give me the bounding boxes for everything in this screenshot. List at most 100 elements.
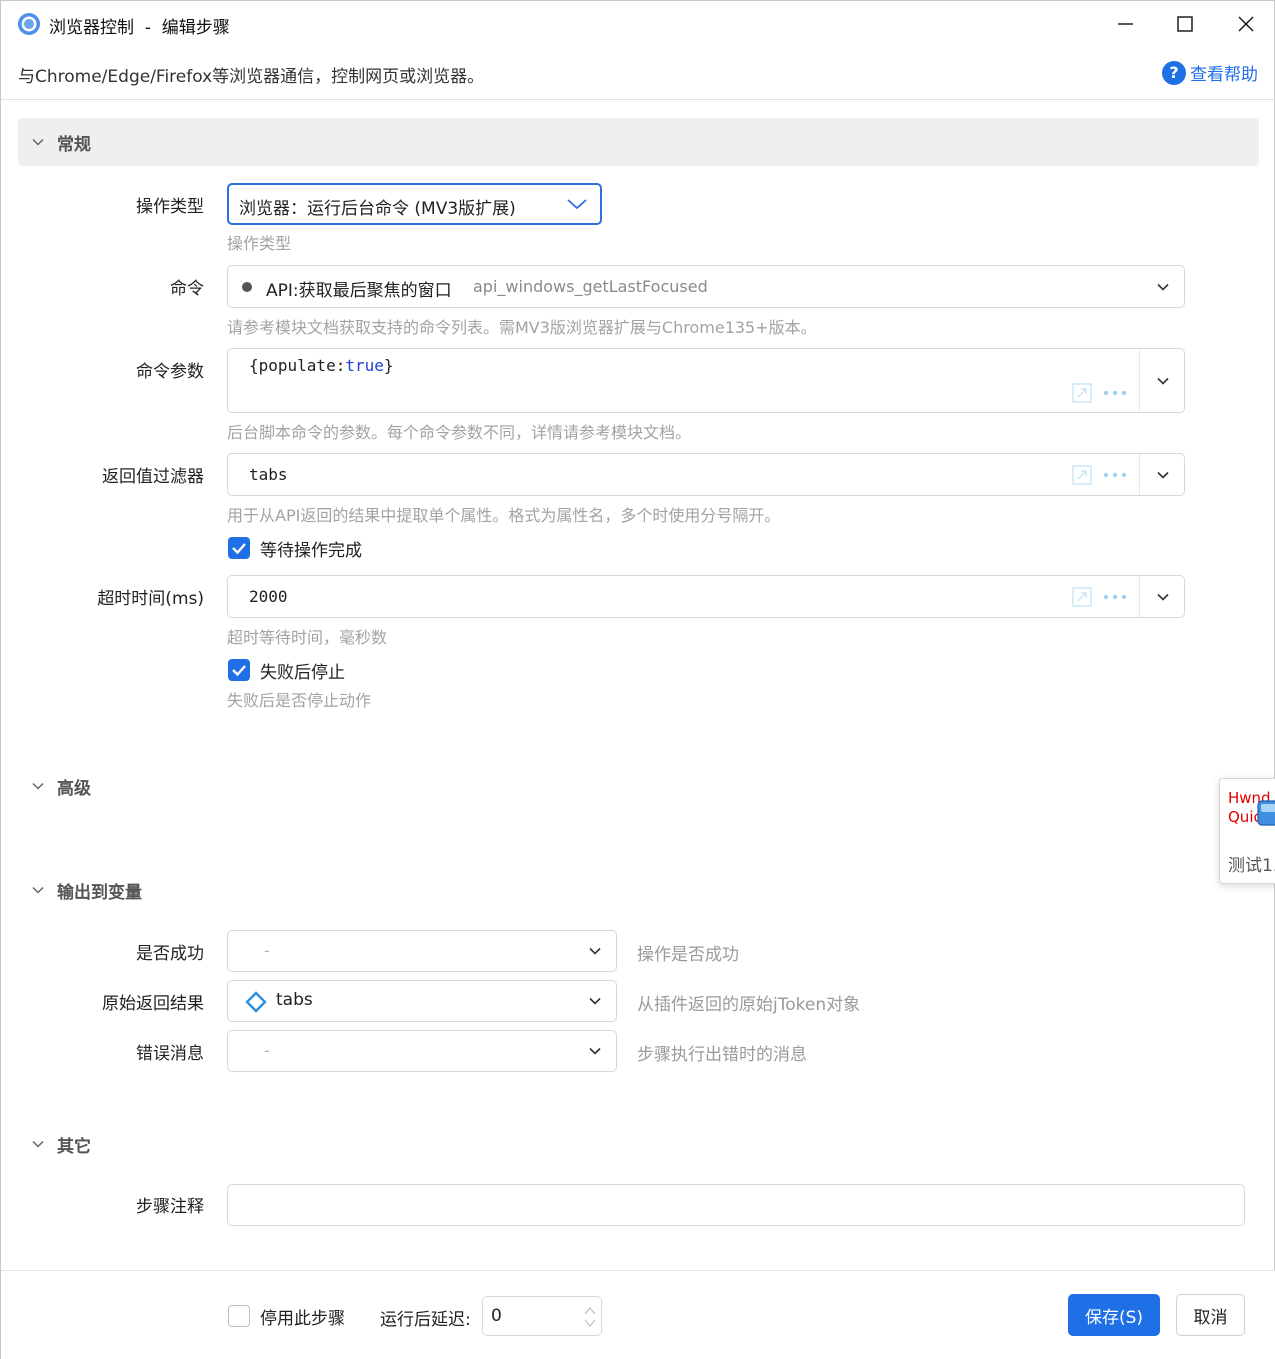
chevron-down-icon xyxy=(32,1140,44,1148)
filter-value: tabs xyxy=(249,465,288,484)
output-success-value: - xyxy=(264,941,270,960)
delay-value: 0 xyxy=(491,1306,502,1326)
chevron-down-icon xyxy=(32,886,44,894)
timeout-tools xyxy=(1072,587,1128,607)
question-icon: ? xyxy=(1162,60,1186,85)
command-label: 命令 xyxy=(170,279,204,299)
section-advanced-header[interactable]: 高级 xyxy=(18,762,1259,810)
delay-label: 运行后延迟: xyxy=(380,1310,471,1330)
params-hint: 后台脚本命令的参数。每个命令参数不同，详情请参考模块文档。 xyxy=(227,423,692,442)
stop-on-fail-label[interactable]: 失败后停止 xyxy=(260,658,345,683)
output-error-hint: 步骤执行出错时的消息 xyxy=(637,1045,807,1065)
output-raw-label: 原始返回结果 xyxy=(102,994,204,1014)
section-output-title: 输出到变量 xyxy=(57,882,142,903)
chevron-down-icon xyxy=(567,199,587,210)
section-advanced-title: 高级 xyxy=(57,778,91,799)
timeout-input[interactable]: 2000 xyxy=(227,575,1185,618)
footer-bar: 停用此步骤 运行后延迟: 0 保存(S) 取消 xyxy=(1,1270,1275,1359)
section-general-header[interactable]: 常规 xyxy=(18,118,1259,166)
section-general-title: 常规 xyxy=(57,134,91,155)
status-dot-icon xyxy=(242,282,252,292)
cup-icon xyxy=(1257,800,1275,826)
op-type-label: 操作类型 xyxy=(136,197,204,217)
command-hint: 请参考模块文档获取支持的命令列表。需MV3版浏览器扩展与Chrome135+版本… xyxy=(227,318,817,337)
filter-input[interactable]: tabs xyxy=(227,453,1185,496)
filter-hint: 用于从API返回的结果中提取单个属性。格式为属性名，多个时使用分号隔开。 xyxy=(227,506,781,525)
close-icon[interactable] xyxy=(1231,9,1261,39)
params-value[interactable]: {populate:true} xyxy=(249,356,394,375)
command-select[interactable]: API:获取最后聚焦的窗口 api_windows_getLastFocused xyxy=(227,265,1185,308)
output-error-label: 错误消息 xyxy=(136,1044,204,1064)
check-icon xyxy=(232,665,246,677)
floating-widget[interactable]: Hwnd Quick 测试1. xyxy=(1219,778,1275,884)
variable-diamond-icon xyxy=(245,991,267,1013)
divider xyxy=(1139,576,1140,617)
help-label: 查看帮助 xyxy=(1190,65,1258,85)
expand-icon[interactable] xyxy=(1072,383,1092,403)
params-value-keyword: true xyxy=(345,356,384,375)
op-type-select[interactable]: 浏览器：运行后台命令 (MV3版扩展) xyxy=(227,183,602,225)
chevron-down-icon[interactable] xyxy=(1156,468,1170,482)
floater-line3: 测试1. xyxy=(1228,856,1275,876)
wait-label[interactable]: 等待操作完成 xyxy=(260,536,362,561)
output-error-value: - xyxy=(264,1041,270,1060)
minimize-icon[interactable] xyxy=(1111,9,1141,39)
more-icon[interactable] xyxy=(1102,471,1128,479)
timeout-hint: 超时等待时间，毫秒数 xyxy=(227,628,388,647)
chevron-down-icon xyxy=(589,997,601,1005)
section-other-header[interactable]: 其它 xyxy=(18,1120,1259,1168)
stop-on-fail-checkbox[interactable] xyxy=(228,659,250,681)
more-icon[interactable] xyxy=(1102,389,1128,397)
edit-step-window: 浏览器控制 - 编辑步骤 与Chrome/Edge/Firefox等浏览器通信，… xyxy=(0,0,1275,1359)
browser-app-icon xyxy=(18,13,40,35)
maximize-icon[interactable] xyxy=(1170,9,1200,39)
params-editor[interactable]: {populate:true} xyxy=(227,348,1185,413)
chevron-down-icon xyxy=(32,782,44,790)
params-value-suffix: } xyxy=(383,356,394,375)
chevron-down-icon[interactable] xyxy=(1156,374,1170,388)
expand-icon[interactable] xyxy=(1072,465,1092,485)
divider xyxy=(1139,349,1140,412)
filter-tools xyxy=(1072,465,1128,485)
chevron-down-icon xyxy=(1157,283,1169,291)
note-input[interactable] xyxy=(227,1184,1245,1226)
output-success-label: 是否成功 xyxy=(136,944,204,964)
timeout-label: 超时时间(ms) xyxy=(97,589,204,609)
params-tools xyxy=(1072,383,1128,403)
output-raw-hint: 从插件返回的原始jToken对象 xyxy=(637,995,861,1015)
more-icon[interactable] xyxy=(1102,593,1128,601)
params-value-prefix: {populate: xyxy=(249,356,346,375)
stop-on-fail-hint: 失败后是否停止动作 xyxy=(227,691,372,710)
output-raw-select[interactable]: tabs xyxy=(227,980,617,1022)
params-label: 命令参数 xyxy=(136,362,204,382)
output-raw-value: tabs xyxy=(276,990,313,1010)
window-title: 浏览器控制 - 编辑步骤 xyxy=(49,18,230,38)
section-output-header[interactable]: 输出到变量 xyxy=(18,866,1259,914)
disable-step-checkbox[interactable] xyxy=(228,1305,250,1327)
cancel-button[interactable]: 取消 xyxy=(1176,1294,1245,1336)
chevron-down-icon xyxy=(589,1047,601,1055)
disable-step-label[interactable]: 停用此步骤 xyxy=(260,1304,345,1329)
command-name: API:获取最后聚焦的窗口 xyxy=(266,281,452,301)
description-bar: 与Chrome/Edge/Firefox等浏览器通信，控制网页或浏览器。 ? 查… xyxy=(1,47,1275,100)
check-icon xyxy=(232,543,246,555)
title-bar: 浏览器控制 - 编辑步骤 xyxy=(1,1,1275,47)
section-other-title: 其它 xyxy=(57,1136,91,1157)
note-label: 步骤注释 xyxy=(136,1197,204,1217)
spinner-arrows-icon[interactable] xyxy=(583,1303,597,1331)
output-success-select[interactable]: - xyxy=(227,930,617,972)
chevron-down-icon[interactable] xyxy=(1156,590,1170,604)
window-description: 与Chrome/Edge/Firefox等浏览器通信，控制网页或浏览器。 xyxy=(18,67,485,87)
save-button[interactable]: 保存(S) xyxy=(1068,1294,1160,1336)
wait-checkbox[interactable] xyxy=(228,537,250,559)
command-api: api_windows_getLastFocused xyxy=(473,277,708,296)
op-type-value: 浏览器：运行后台命令 (MV3版扩展) xyxy=(239,199,516,219)
divider xyxy=(1139,454,1140,495)
delay-spinner[interactable]: 0 xyxy=(482,1296,602,1336)
help-link[interactable]: ? 查看帮助 xyxy=(1162,60,1258,85)
expand-icon[interactable] xyxy=(1072,587,1092,607)
output-error-select[interactable]: - xyxy=(227,1030,617,1072)
filter-label: 返回值过滤器 xyxy=(102,467,204,487)
output-success-hint: 操作是否成功 xyxy=(637,945,739,965)
chevron-down-icon xyxy=(32,138,44,146)
